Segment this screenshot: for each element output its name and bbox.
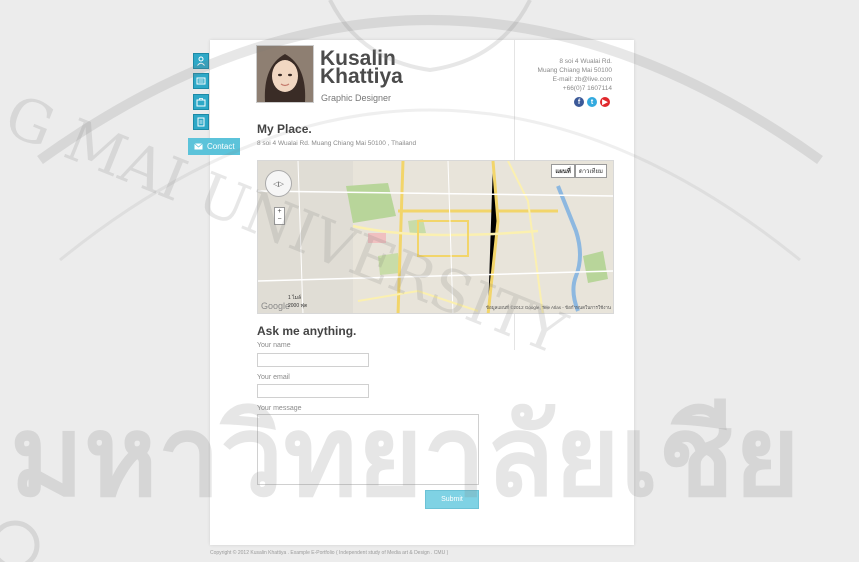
- map-attribution[interactable]: ข้อมูลแผนที่ ©2012 Google, Tele Atlas - …: [486, 304, 611, 311]
- map-type-map[interactable]: แผนที่: [551, 164, 575, 178]
- nav-resume-button[interactable]: [193, 114, 209, 130]
- footer-copyright: Copyright © 2012 Kusalin Khattiya . Exam…: [210, 550, 449, 556]
- google-logo: Google: [261, 301, 291, 311]
- social-links: f t ▶: [574, 97, 610, 107]
- email-label: Your email: [257, 374, 290, 381]
- map-graphic: [258, 161, 613, 313]
- user-icon: [197, 56, 205, 66]
- map-type-toggle[interactable]: แผนที่ ดาวเทียม: [551, 164, 607, 178]
- twitter-icon[interactable]: t: [587, 97, 597, 107]
- contact-tab-label: Contact: [207, 142, 235, 151]
- city-line: Muang Chiang Mai 50100: [537, 67, 612, 74]
- briefcase-icon: [196, 98, 206, 107]
- name-field[interactable]: [257, 353, 369, 367]
- facebook-icon[interactable]: f: [574, 97, 584, 107]
- profile-title: Graphic Designer: [321, 93, 392, 103]
- place-address: 8 soi 4 Wualai Rd. Muang Chiang Mai 5010…: [257, 140, 417, 147]
- nav-work-button[interactable]: [193, 94, 209, 110]
- email-line: E-mail: zb@live.com: [552, 76, 612, 83]
- name-label: Your name: [257, 342, 291, 349]
- map-type-satellite[interactable]: ดาวเทียม: [574, 164, 607, 178]
- profile-photo: [257, 46, 313, 102]
- map-zoom-control[interactable]: + −: [274, 207, 285, 225]
- submit-button[interactable]: Submit: [425, 490, 479, 509]
- map-scale-bottom: 2000 ฟุต: [288, 303, 308, 309]
- nav-inbox-button[interactable]: [193, 73, 209, 89]
- email-field[interactable]: [257, 384, 369, 398]
- youtube-icon[interactable]: ▶: [600, 97, 610, 107]
- nav-contact-tab[interactable]: Contact: [188, 138, 240, 155]
- avatar: [256, 45, 314, 103]
- message-label: Your message: [257, 405, 302, 412]
- location-map[interactable]: ◁▷ + − แผนที่ ดาวเทียม Google 1 ไมล์ 2000…: [257, 160, 614, 314]
- contact-info: 8 soi 4 Wualai Rd. Muang Chiang Mai 5010…: [538, 57, 612, 93]
- place-heading: My Place.: [257, 122, 312, 136]
- document-icon: [197, 117, 205, 127]
- message-field[interactable]: [257, 414, 479, 485]
- nav-profile-button[interactable]: [193, 53, 209, 69]
- form-heading: Ask me anything.: [257, 324, 357, 338]
- last-name: Khattiya: [320, 65, 403, 88]
- phone-line: +66(0)7 1607114: [562, 85, 612, 92]
- map-scale-top: 1 ไมล์: [288, 295, 302, 301]
- map-scale: 1 ไมล์ 2000 ฟุต: [288, 294, 307, 310]
- inbox-icon: [196, 77, 206, 85]
- envelope-icon: [194, 143, 203, 150]
- map-pan-control[interactable]: ◁▷: [265, 170, 292, 197]
- profile-name: Kusalin Khattiya: [320, 48, 450, 88]
- address-line: 8 soi 4 Wualai Rd.: [559, 58, 612, 65]
